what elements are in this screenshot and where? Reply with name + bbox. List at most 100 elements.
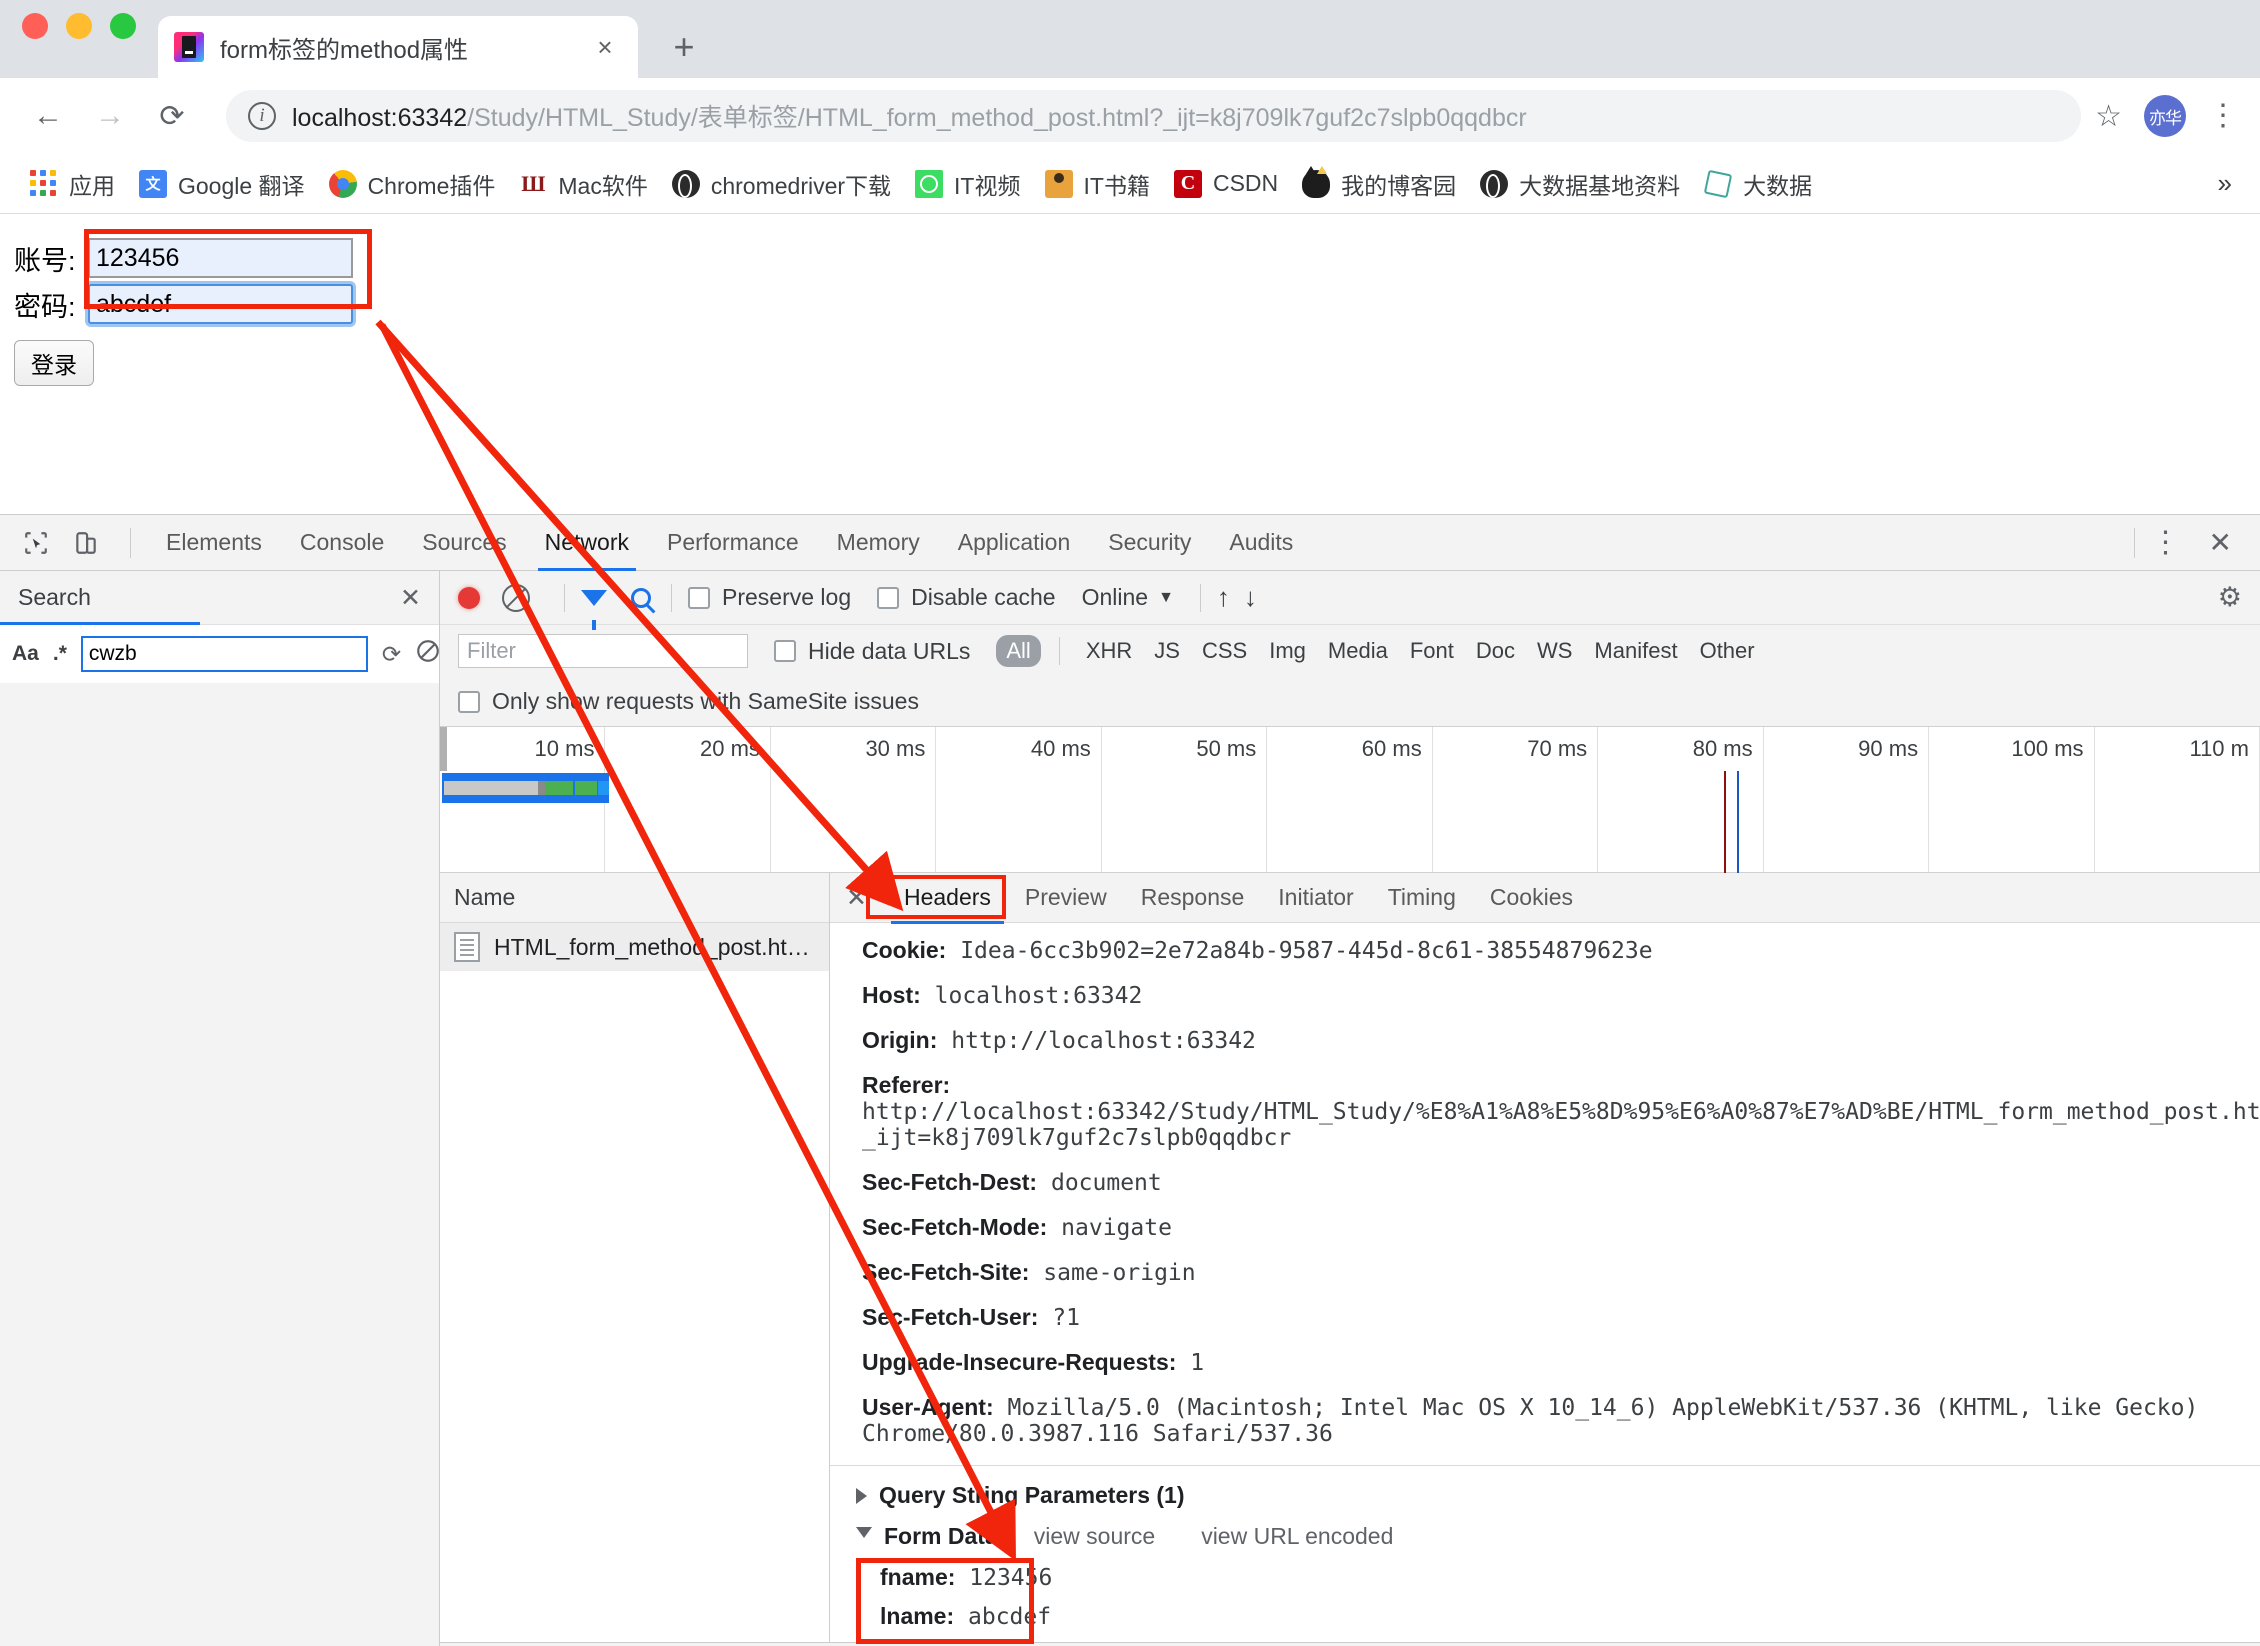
minimize-window-button[interactable] [66, 13, 92, 39]
table-row[interactable]: HTML_form_method_post.ht… [440, 923, 829, 971]
header-name: Origin: [862, 1027, 938, 1053]
network-overview-timeline[interactable]: 10 ms 20 ms 30 ms 40 ms 50 ms 60 ms 70 m… [440, 727, 2260, 873]
password-input[interactable] [88, 284, 353, 324]
tab-console[interactable]: Console [281, 515, 403, 571]
header-value: document [1050, 1170, 1162, 1196]
filter-type-manifest[interactable]: Manifest [1584, 635, 1687, 667]
avatar[interactable]: 亦华 [2144, 95, 2186, 137]
bookmark-item-chromedriver[interactable]: chromedriver下载 [660, 162, 903, 206]
tab-sources[interactable]: Sources [403, 515, 525, 571]
view-url-encoded-link[interactable]: view URL encoded [1201, 1523, 1393, 1550]
chevron-down-icon[interactable]: ▼ [1158, 589, 1174, 607]
bookmarks-overflow-button[interactable]: » [2218, 168, 2242, 199]
divider [1058, 637, 1060, 665]
filter-type-xhr[interactable]: XHR [1076, 635, 1142, 667]
filter-type-all[interactable]: All [996, 635, 1041, 667]
bookmark-item-apps[interactable]: 应用 [18, 162, 127, 206]
tab-application[interactable]: Application [939, 515, 1090, 571]
login-button[interactable]: 登录 [14, 340, 94, 386]
bookmark-label: chromedriver下载 [710, 172, 892, 199]
tab-preview[interactable]: Preview [1008, 873, 1124, 923]
query-string-parameters-row[interactable]: Query String Parameters (1) [856, 1482, 2260, 1509]
bookmark-item-my-blog[interactable]: 我的博客园 [1290, 162, 1468, 206]
globe-dark-icon [1480, 169, 1509, 198]
filter-type-js[interactable]: JS [1144, 635, 1190, 667]
account-input[interactable] [88, 238, 353, 278]
filter-type-ws[interactable]: WS [1527, 635, 1582, 667]
refresh-icon[interactable]: ⟳ [382, 641, 401, 668]
record-icon[interactable] [458, 586, 480, 609]
view-source-link[interactable]: view source [1034, 1523, 1155, 1550]
devtools-more-icon[interactable]: ⋮ [2151, 527, 2181, 557]
chevron-down-icon[interactable] [856, 1527, 872, 1546]
filter-type-font[interactable]: Font [1400, 635, 1464, 667]
bookmark-item-csdn[interactable]: C CSDN [1162, 162, 1290, 206]
maximize-window-button[interactable] [110, 13, 136, 39]
close-window-button[interactable] [22, 13, 48, 39]
hide-data-urls-checkbox[interactable] [774, 640, 796, 662]
tab-cookies[interactable]: Cookies [1473, 873, 1590, 923]
preserve-log-checkbox[interactable] [688, 586, 710, 609]
samesite-label: Only show requests with SameSite issues [492, 688, 919, 714]
gear-icon[interactable]: ⚙ [2218, 582, 2242, 613]
search-input[interactable] [80, 636, 368, 672]
match-case-icon[interactable]: Aa [12, 642, 39, 666]
funnel-icon[interactable] [581, 589, 607, 630]
bookmark-item-mac-software[interactable]: Ш Mac软件 [507, 162, 659, 206]
tab-response[interactable]: Response [1124, 873, 1262, 923]
new-tab-button[interactable]: + [660, 23, 708, 71]
filter-type-other[interactable]: Other [1690, 635, 1765, 667]
timeline-left-handle[interactable] [440, 727, 447, 771]
throttling-select[interactable]: Online [1082, 584, 1148, 611]
filter-type-doc[interactable]: Doc [1466, 635, 1525, 667]
close-icon[interactable]: × [588, 30, 622, 64]
devtools-close-icon[interactable]: ✕ [2209, 526, 2232, 559]
device-toggle-icon[interactable] [64, 521, 108, 565]
import-har-icon[interactable]: ↑ [1217, 582, 1230, 613]
tab-headers[interactable]: Headers [887, 873, 1008, 924]
bookmark-item-bigdata-base[interactable]: 大数据基地资料 [1468, 162, 1692, 206]
filter-input[interactable]: Filter [458, 634, 748, 668]
bookmark-item-chrome-plugins[interactable]: Chrome插件 [317, 162, 508, 206]
search-drawer-title: Search [18, 584, 91, 610]
tab-performance[interactable]: Performance [648, 515, 818, 571]
form-data-row[interactable]: Form Data view source view URL encoded [856, 1523, 2260, 1550]
cursor-select-icon[interactable] [14, 521, 58, 565]
filter-type-css[interactable]: CSS [1192, 635, 1257, 667]
search-icon[interactable] [631, 587, 651, 608]
browser-tab[interactable]: form标签的method属性 × [158, 16, 638, 78]
kebab-menu-icon[interactable]: ⋮ [2208, 101, 2238, 131]
green-badge-icon [915, 169, 944, 198]
samesite-checkbox[interactable] [458, 690, 480, 713]
filter-type-media[interactable]: Media [1318, 635, 1398, 667]
bookmark-item-bigdata[interactable]: 大数据 [1692, 162, 1824, 206]
close-icon[interactable]: ✕ [400, 583, 421, 613]
bookmark-label: 大数据基地资料 [1519, 172, 1681, 199]
close-icon[interactable]: ✕ [846, 883, 867, 913]
bookmark-item-it-books[interactable]: IT书籍 [1033, 162, 1162, 206]
filter-type-img[interactable]: Img [1259, 635, 1316, 667]
tab-network[interactable]: Network [526, 515, 648, 571]
bookmark-item-google-translate[interactable]: 文 Google 翻译 [127, 162, 317, 206]
address-bar[interactable]: i localhost:63342/Study/HTML_Study/表单标签/… [226, 90, 2082, 142]
bookmark-star-icon[interactable]: ☆ [2095, 99, 2122, 134]
tab-audits[interactable]: Audits [1210, 515, 1312, 571]
tab-elements[interactable]: Elements [147, 515, 281, 571]
back-arrow-icon[interactable]: ← [22, 90, 74, 142]
export-har-icon[interactable]: ↓ [1244, 582, 1257, 613]
google-translate-icon: 文 [139, 169, 167, 198]
clear-icon[interactable] [415, 638, 441, 670]
forward-arrow-icon[interactable]: → [84, 90, 136, 142]
bookmark-item-it-video[interactable]: IT视频 [903, 162, 1032, 206]
chevron-right-icon[interactable] [856, 1487, 867, 1504]
tab-memory[interactable]: Memory [818, 515, 939, 571]
tab-initiator[interactable]: Initiator [1261, 873, 1370, 923]
clear-icon[interactable] [502, 583, 530, 612]
disable-cache-checkbox[interactable] [877, 586, 900, 609]
tab-timing[interactable]: Timing [1371, 873, 1473, 923]
info-circle-icon[interactable]: i [248, 102, 276, 130]
tab-security[interactable]: Security [1089, 515, 1210, 571]
reload-icon[interactable]: ⟳ [146, 90, 198, 142]
request-list-header[interactable]: Name [440, 873, 829, 923]
regex-icon[interactable]: .* [53, 642, 67, 666]
